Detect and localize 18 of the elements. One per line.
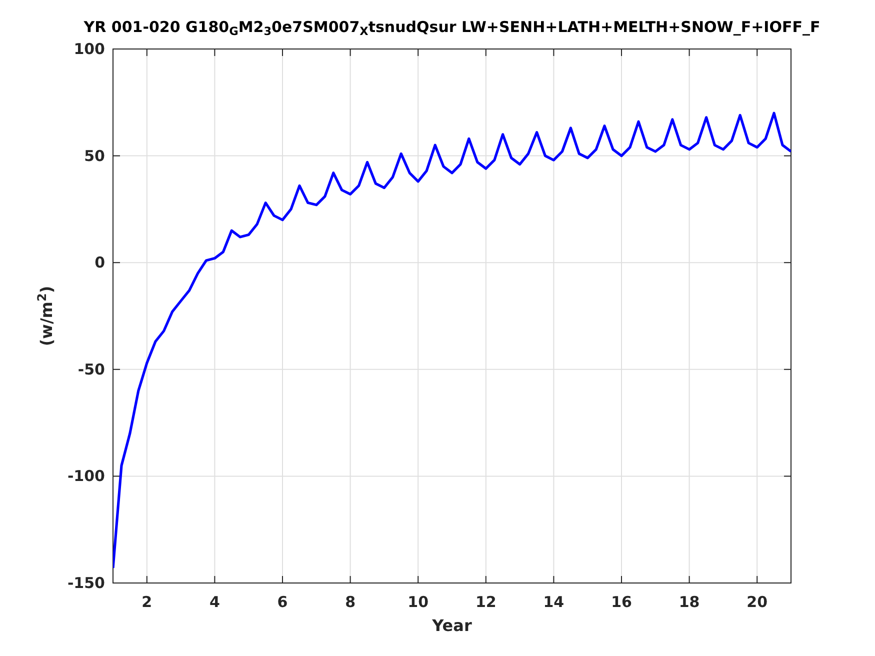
tick-label: 16 [611, 593, 632, 611]
tick-label: 0 [94, 254, 105, 272]
axis-label: Year [432, 616, 472, 635]
tick-label: 10 [408, 593, 429, 611]
tick-label: 100 [74, 40, 105, 58]
tick-label: 4 [209, 593, 220, 611]
tick-label: 6 [277, 593, 288, 611]
tick-label: -100 [67, 467, 105, 486]
tick-label: 14 [543, 593, 564, 611]
tick-label: -50 [78, 360, 105, 378]
tick-label: 12 [475, 593, 496, 611]
tick-label: 50 [84, 146, 105, 165]
tick-label: 18 [678, 593, 700, 611]
tick-label: 20 [746, 593, 768, 611]
tick-label: -150 [67, 574, 105, 592]
chart-title: YR 001-020 G180$_{G}$M2$_{3}$0e7SM007$_{X}$tsnudQsur LW+SENH+LATH+MELTH+SNOW_F+IOFF_F [84, 17, 820, 37]
tick-label: 8 [345, 593, 356, 611]
tick-label: 2 [142, 593, 152, 611]
